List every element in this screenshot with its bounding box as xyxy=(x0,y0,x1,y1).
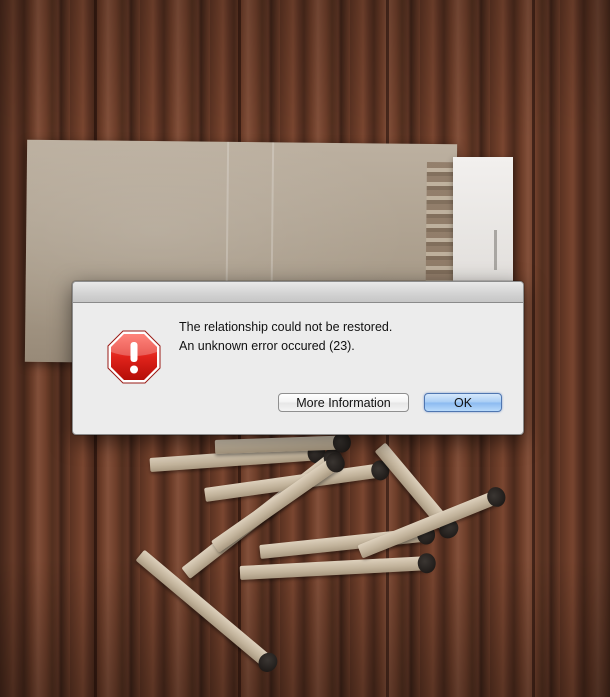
matchbook-staple xyxy=(494,230,497,270)
wood-plank-seam xyxy=(532,0,535,697)
stop-sign-alert-icon xyxy=(107,330,161,384)
alert-dialog: The relationship could not be restored. … xyxy=(72,281,524,435)
dialog-titlebar[interactable] xyxy=(73,282,523,303)
alert-message: The relationship could not be restored. … xyxy=(179,318,499,356)
alert-message-line-1: The relationship could not be restored. xyxy=(179,320,393,334)
more-information-button[interactable]: More Information xyxy=(278,393,409,412)
ok-button[interactable]: OK xyxy=(424,393,502,412)
alert-message-line-2: An unknown error occured (23). xyxy=(179,339,355,353)
matchbook-flap xyxy=(453,157,513,281)
burnt-match xyxy=(239,556,431,580)
